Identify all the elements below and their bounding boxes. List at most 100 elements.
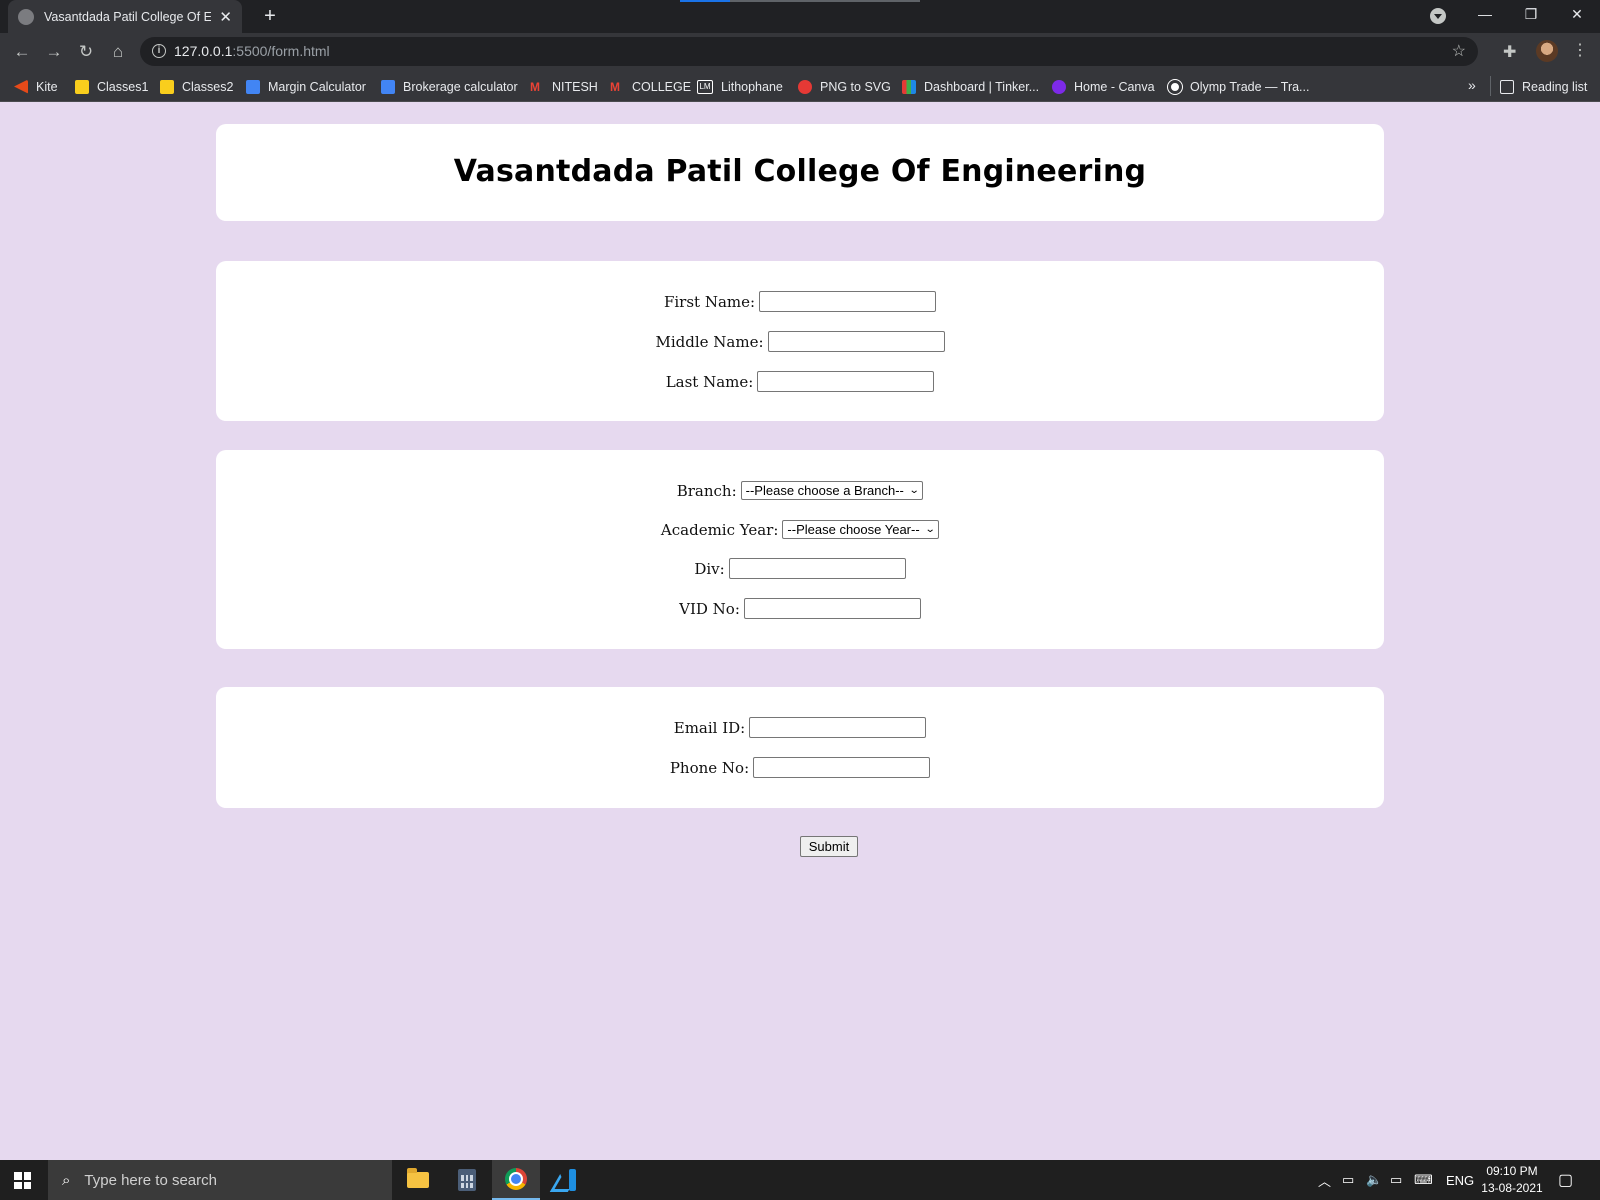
tab-strip-accent-secondary [730, 0, 920, 2]
bookmark-canva[interactable]: Home - Canva [1052, 77, 1155, 96]
globe-icon [18, 8, 34, 25]
bookmark-brokerage-calculator[interactable]: Brokerage calculator [381, 77, 518, 96]
lm-icon: LM [697, 79, 713, 94]
new-tab-button[interactable]: + [258, 4, 282, 28]
browser-tab-active[interactable]: Vasantdada Patil College Of Engineering … [8, 0, 242, 33]
bookmark-star-icon[interactable]: ☆ [1452, 41, 1466, 61]
vid-label: VID No: [679, 599, 740, 618]
bookmark-png-to-svg[interactable]: PNG to SVG [798, 77, 891, 96]
keyboard-icon[interactable]: ⌨ [1414, 1160, 1433, 1200]
branch-row: Branch: --Please choose a Branch-- ⌄ [216, 481, 1384, 500]
close-icon[interactable]: ✕ [219, 8, 232, 26]
reload-icon[interactable]: ↻ [74, 40, 98, 64]
power-icon[interactable]: ▭ [1342, 1160, 1354, 1200]
avatar[interactable] [1536, 40, 1558, 62]
bookmark-margin-calculator[interactable]: Margin Calculator [246, 77, 366, 96]
tray-overflow-icon[interactable]: ︿ [1318, 1160, 1331, 1200]
bookmark-label: Dashboard | Tinker... [924, 79, 1040, 94]
bookmark-label: PNG to SVG [820, 79, 891, 94]
bookmark-nitesh[interactable]: M NITESH [530, 77, 598, 96]
name-section: First Name: Middle Name: Last Name: [216, 261, 1384, 421]
olymp-icon [1168, 79, 1182, 94]
submit-button[interactable]: Submit [800, 836, 858, 857]
clock-date: 13-08-2021 [1481, 1181, 1543, 1195]
home-icon[interactable]: ⌂ [106, 40, 130, 64]
back-icon[interactable]: ← [10, 40, 34, 64]
forward-icon[interactable]: → [42, 40, 66, 64]
extensions-icon[interactable]: ✚ [1503, 42, 1521, 61]
div-input[interactable] [728, 558, 906, 579]
bookmark-lithophane[interactable]: LM Lithophane [697, 77, 783, 96]
bookmark-classes1[interactable]: Classes1 [75, 77, 148, 96]
windows-start-icon[interactable] [14, 1172, 31, 1189]
restore-icon[interactable]: ❐ [1508, 0, 1554, 30]
academic-year-row: Academic Year: --Please choose Year-- ⌄ [216, 520, 1384, 539]
taskbar-chrome[interactable] [492, 1160, 540, 1200]
middle-name-label: Middle Name: [655, 332, 764, 351]
branch-select-value: --Please choose a Branch-- [745, 483, 904, 498]
last-name-label: Last Name: [665, 372, 754, 391]
div-row: Div: [216, 558, 1384, 579]
reading-list-label: Reading list [1522, 79, 1588, 94]
bookmark-classes2[interactable]: Classes2 [160, 77, 233, 96]
bookmark-tinkercad[interactable]: Dashboard | Tinker... [902, 77, 1039, 96]
minimize-icon[interactable]: — [1462, 0, 1508, 30]
phone-input[interactable] [753, 757, 931, 778]
branch-select[interactable]: --Please choose a Branch-- ⌄ [740, 481, 924, 500]
bookmark-label: COLLEGE [632, 79, 692, 94]
last-name-row: Last Name: [216, 371, 1384, 392]
window-close-icon[interactable]: ✕ [1554, 0, 1600, 30]
middle-name-input[interactable] [767, 331, 945, 352]
kite-icon [14, 79, 28, 94]
bookmarks-overflow-icon[interactable]: » [1468, 77, 1476, 93]
email-row: Email ID: [216, 717, 1384, 738]
doc-icon [381, 79, 395, 94]
bookmark-kite[interactable]: Kite [14, 77, 58, 96]
email-input[interactable] [749, 717, 927, 738]
network-icon[interactable]: ▭ [1390, 1160, 1402, 1200]
tab-search-icon[interactable] [1430, 8, 1446, 24]
address-url[interactable]: 127.0.0.1:5500/form.html [174, 43, 330, 59]
calculator-icon [458, 1169, 476, 1191]
gmail-icon: M [530, 79, 540, 94]
page-title: Vasantdada Patil College Of Engineering [453, 154, 1147, 189]
taskbar-clock[interactable]: 09:10 PM 13-08-2021 [1476, 1163, 1548, 1197]
doc-icon [246, 79, 260, 94]
reading-list-button[interactable]: Reading list [1500, 77, 1587, 96]
site-info-icon[interactable]: i [152, 44, 166, 58]
phone-row: Phone No: [216, 757, 1384, 778]
menu-icon[interactable]: ⋮ [1572, 40, 1588, 62]
email-label: Email ID: [673, 718, 746, 737]
tab-title: Vasantdada Patil College Of Engineering [44, 9, 212, 24]
address-host: 127.0.0.1 [174, 43, 233, 59]
browser-toolbar: ← → ↻ ⌂ i 127.0.0.1:5500/form.html ☆ [0, 33, 1600, 71]
bookmark-olymp-trade[interactable]: Olymp Trade — Tra... [1168, 77, 1309, 96]
taskbar-search[interactable]: ⌕ Type here to search [48, 1160, 392, 1200]
first-name-row: First Name: [216, 291, 1384, 312]
bookmark-label: Kite [36, 79, 58, 94]
bookmark-label: Brokerage calculator [403, 79, 518, 94]
last-name-input[interactable] [757, 371, 935, 392]
vid-input[interactable] [743, 598, 921, 619]
header-card: Vasantdada Patil College Of Engineering [216, 124, 1384, 221]
gmail-icon: M [610, 79, 620, 94]
taskbar-calculator[interactable] [443, 1160, 491, 1200]
tinkercad-icon [902, 79, 916, 94]
academic-year-select[interactable]: --Please choose Year-- ⌄ [782, 520, 940, 539]
middle-name-row: Middle Name: [216, 331, 1384, 352]
volume-icon[interactable]: 🔈 [1366, 1160, 1382, 1200]
academic-section: Branch: --Please choose a Branch-- ⌄ Acad… [216, 450, 1384, 649]
taskbar-vscode[interactable] [541, 1160, 589, 1200]
reading-list-icon [1500, 79, 1514, 94]
phone-label: Phone No: [669, 758, 750, 777]
div-label: Div: [694, 559, 725, 578]
address-bar[interactable]: i 127.0.0.1:5500/form.html ☆ [140, 37, 1478, 66]
bookmark-college[interactable]: M COLLEGE [610, 77, 691, 96]
notifications-icon[interactable]: ▢ [1558, 1160, 1573, 1200]
classroom-icon [75, 79, 89, 94]
browser-tab-strip: Vasantdada Patil College Of Engineering … [0, 0, 1600, 33]
branch-label: Branch: [676, 481, 737, 500]
language-indicator[interactable]: ENG [1446, 1160, 1474, 1200]
first-name-input[interactable] [759, 291, 937, 312]
taskbar-file-explorer[interactable] [394, 1160, 442, 1200]
